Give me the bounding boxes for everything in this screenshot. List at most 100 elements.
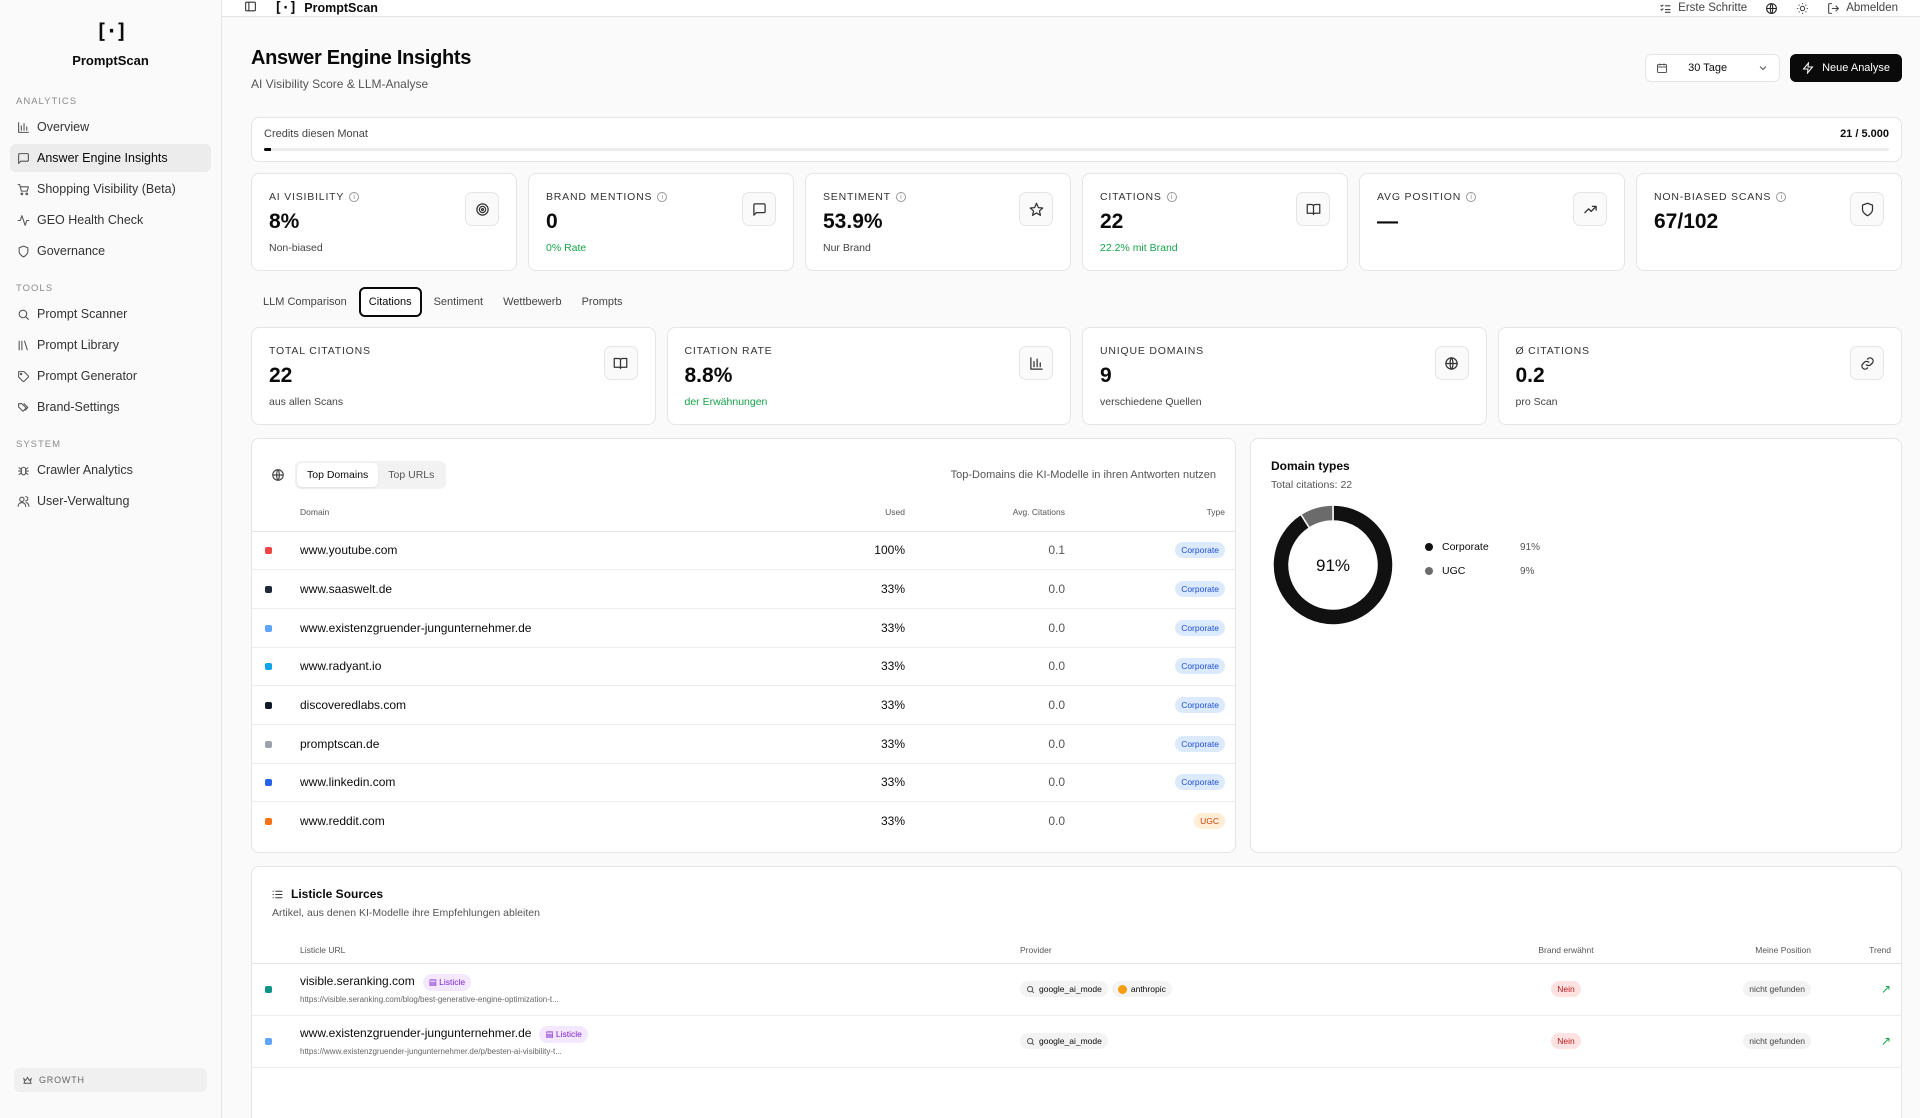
position-cell: nicht gefunden bbox=[1631, 963, 1821, 1016]
growth-plan-badge[interactable]: GROWTH bbox=[14, 1068, 207, 1092]
date-range-select[interactable]: 30 Tage bbox=[1645, 54, 1781, 82]
domain-cell[interactable]: www.radyant.io bbox=[290, 647, 795, 687]
domain-cell[interactable]: www.youtube.com bbox=[290, 531, 795, 571]
book-icon bbox=[603, 346, 638, 380]
domain-cell[interactable]: www.saaswelt.de bbox=[290, 569, 795, 609]
type-badge: Corporate bbox=[1175, 697, 1225, 714]
listicle-url-cell[interactable]: www.existenzgruender-jungunternehmer.de ▤… bbox=[290, 1015, 1010, 1068]
listicle-url-cell[interactable]: visible.seranking.com ▤ Listicle https://v… bbox=[290, 963, 1010, 1016]
tab-wettbewerb[interactable]: Wettbewerb bbox=[495, 287, 570, 317]
table-row[interactable]: www.existenzgruender-jungunternehmer.de ▤… bbox=[252, 1015, 1901, 1068]
legend-dot bbox=[1425, 543, 1433, 551]
favicon-cell bbox=[252, 531, 290, 571]
tab-citations[interactable]: Citations bbox=[358, 287, 422, 317]
kpi-label-text: CITATION RATE bbox=[684, 345, 773, 357]
favicon-cell bbox=[252, 647, 290, 687]
table-row[interactable]: www.linkedin.com 33% 0.0 Corporate bbox=[252, 763, 1235, 803]
kpi-value: 22 bbox=[269, 364, 293, 387]
kpi-sub: der Erwähnungen bbox=[684, 396, 768, 408]
seg-top-urls[interactable]: Top URLs bbox=[378, 463, 444, 487]
table-row[interactable]: www.reddit.com 33% 0.0 UGC bbox=[252, 802, 1235, 841]
kpi-sub: Nur Brand bbox=[823, 242, 871, 254]
sidebar-item-geo-health-check[interactable]: GEO Health Check bbox=[10, 206, 211, 234]
domain-cell[interactable]: www.linkedin.com bbox=[290, 763, 795, 803]
sidebar-item-user-verwaltung[interactable]: User-Verwaltung bbox=[10, 487, 211, 515]
sidebar-item-brand-settings[interactable]: Brand-Settings bbox=[10, 393, 211, 421]
sidebar-item-overview[interactable]: Overview bbox=[10, 113, 211, 141]
page-title: Answer Engine Insights bbox=[251, 47, 472, 69]
sidebar-item-crawler-analytics[interactable]: Crawler Analytics bbox=[10, 456, 211, 484]
first-steps-button[interactable]: Erste Schritte bbox=[1659, 2, 1747, 15]
info-icon[interactable]: i bbox=[1166, 192, 1177, 202]
new-analysis-button[interactable]: Neue Analyse bbox=[1790, 54, 1902, 82]
listicle-tag-label: Listicle bbox=[555, 1029, 582, 1039]
kpi-label-text: AVG POSITION bbox=[1377, 191, 1462, 203]
domain-cell[interactable]: www.existenzgruender-jungunternehmer.de bbox=[290, 608, 795, 648]
used-cell: 33% bbox=[795, 569, 915, 609]
table-row[interactable]: www.radyant.io 33% 0.0 Corporate bbox=[252, 647, 1235, 687]
table-row[interactable]: visible.seranking.com ▤ Listicle https://v… bbox=[252, 963, 1901, 1016]
credits-progress bbox=[264, 148, 1889, 151]
listicle-tag: ▤ Listicle bbox=[422, 974, 472, 991]
document-icon: ▤ bbox=[428, 977, 440, 987]
col-provider: Provider bbox=[1010, 937, 1501, 964]
insight-tabs: LLM Comparison Citations Sentiment Wettbewe… bbox=[255, 287, 1902, 317]
sidebar-item-answer-engine-insights[interactable]: Answer Engine Insights bbox=[10, 144, 211, 172]
trend-up-icon: ↗ bbox=[1880, 982, 1891, 996]
theme-toggle-button[interactable] bbox=[1796, 2, 1809, 15]
sidebar-item-prompt-generator[interactable]: Prompt Generator bbox=[10, 362, 211, 390]
kpi-label-text: TOTAL CITATIONS bbox=[269, 345, 371, 357]
position-cell: nicht gefunden bbox=[1631, 1015, 1821, 1068]
cart-icon bbox=[16, 182, 30, 196]
kpi-card-brand-mentions: BRAND MENTIONS i 0 0% Rate bbox=[528, 173, 794, 271]
kpi-card-sentiment: SENTIMENT i 53.9% Nur Brand bbox=[805, 173, 1071, 271]
sidebar-item-prompt-library[interactable]: Prompt Library bbox=[10, 331, 211, 359]
info-icon[interactable]: i bbox=[895, 192, 906, 202]
kpi-card-citations: CITATIONS i 22 22.2% mit Brand bbox=[1082, 173, 1348, 271]
bug-icon bbox=[16, 463, 30, 477]
info-icon[interactable]: i bbox=[657, 192, 668, 202]
domain-cell[interactable]: promptscan.de bbox=[290, 724, 795, 764]
sidebar-item-governance[interactable]: Governance bbox=[10, 237, 211, 265]
table-row[interactable]: www.youtube.com 100% 0.1 Corporate bbox=[252, 531, 1235, 571]
listicle-url: https://www.existenzgruender-jungunterne… bbox=[300, 1047, 562, 1056]
kpi-sub: aus allen Scans bbox=[269, 396, 344, 408]
kpi-label-text: SENTIMENT bbox=[823, 191, 891, 203]
provider-label: google_ai_mode bbox=[1039, 1036, 1102, 1046]
message-square-icon bbox=[16, 151, 30, 165]
info-icon[interactable]: i bbox=[349, 192, 360, 202]
globe-icon bbox=[1765, 2, 1778, 15]
domain-cell[interactable]: www.reddit.com bbox=[290, 802, 795, 841]
listicle-sources-panel: Listicle Sources Artikel, aus denen KI-M… bbox=[251, 866, 1902, 1118]
sidebar-brand[interactable]: [·] PromptScan bbox=[0, 0, 221, 78]
language-button[interactable] bbox=[1765, 2, 1778, 15]
sidebar-item-shopping-visibility-beta[interactable]: Shopping Visibility (Beta) bbox=[10, 175, 211, 203]
table-row[interactable]: www.existenzgruender-jungunternehmer.de 3… bbox=[252, 608, 1235, 648]
provider-cell: google_ai_mode anthropic bbox=[1010, 963, 1501, 1016]
tab-llm-comparison[interactable]: LLM Comparison bbox=[255, 287, 355, 317]
table-row[interactable]: promptscan.de 33% 0.0 Corporate bbox=[252, 724, 1235, 764]
sidebar: [·] PromptScan ANALYTICS Overview Answer E… bbox=[0, 0, 222, 1118]
logout-button[interactable]: Abmelden bbox=[1827, 2, 1898, 15]
table-row[interactable]: discoveredlabs.com 33% 0.0 Corporate bbox=[252, 685, 1235, 725]
sidebar-toggle-icon[interactable] bbox=[244, 0, 260, 16]
tab-prompts[interactable]: Prompts bbox=[574, 287, 631, 317]
type-cell: Corporate bbox=[1075, 531, 1235, 571]
sidebar-item-prompt-scanner[interactable]: Prompt Scanner bbox=[10, 300, 211, 328]
domain-cell[interactable]: discoveredlabs.com bbox=[290, 685, 795, 725]
tab-sentiment[interactable]: Sentiment bbox=[426, 287, 492, 317]
info-icon[interactable]: i bbox=[1776, 192, 1787, 202]
topbar-title: PromptScan bbox=[304, 1, 378, 15]
zap-icon bbox=[1802, 62, 1814, 74]
used-cell: 33% bbox=[795, 763, 915, 803]
kpi-label: Ø CITATIONS bbox=[1516, 345, 1885, 357]
kpi-label: UNIQUE DOMAINS bbox=[1100, 345, 1469, 357]
col-favicon bbox=[252, 493, 290, 532]
table-row[interactable]: www.saaswelt.de 33% 0.0 Corporate bbox=[252, 569, 1235, 609]
provider-label: anthropic bbox=[1130, 984, 1166, 994]
info-icon[interactable]: i bbox=[1466, 192, 1477, 202]
kpi-sub: 22.2% mit Brand bbox=[1100, 242, 1178, 254]
shield-icon bbox=[16, 244, 30, 258]
seg-top-domains[interactable]: Top Domains bbox=[297, 463, 379, 487]
growth-label: GROWTH bbox=[39, 1075, 85, 1085]
